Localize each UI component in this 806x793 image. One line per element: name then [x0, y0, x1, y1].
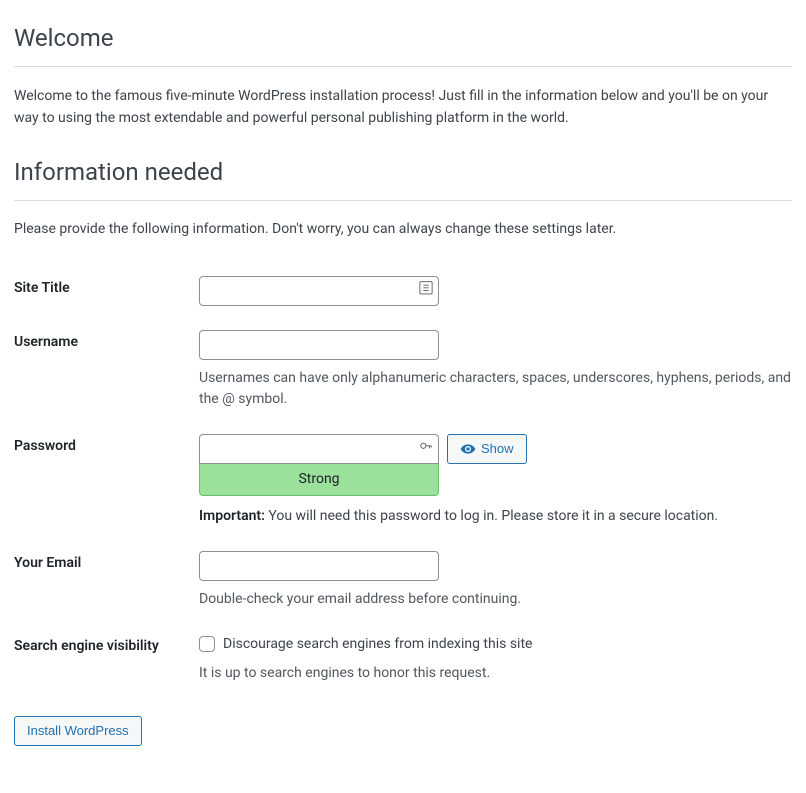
password-input[interactable]	[199, 434, 439, 464]
search-visibility-checkbox-label: Discourage search engines from indexing …	[223, 634, 532, 655]
password-important-note: Important: You will need this password t…	[199, 506, 792, 527]
install-wordpress-button[interactable]: Install WordPress	[14, 716, 142, 746]
site-title-label: Site Title	[14, 264, 199, 318]
username-input[interactable]	[199, 330, 439, 360]
info-needed-heading: Information needed	[14, 154, 792, 201]
instruction-text: Please provide the following information…	[14, 219, 792, 240]
email-label: Your Email	[14, 539, 199, 622]
search-visibility-hint: It is up to search engines to honor this…	[199, 663, 792, 684]
eye-icon	[460, 441, 476, 457]
show-password-label: Show	[481, 441, 514, 456]
password-label: Password	[14, 422, 199, 539]
username-label: Username	[14, 318, 199, 422]
username-hint: Usernames can have only alphanumeric cha…	[199, 368, 792, 410]
show-password-button[interactable]: Show	[447, 434, 527, 464]
search-visibility-label: Search engine visibility	[14, 622, 199, 696]
site-title-input[interactable]	[199, 276, 439, 306]
email-hint: Double-check your email address before c…	[199, 589, 792, 610]
welcome-intro: Welcome to the famous five-minute WordPr…	[14, 85, 792, 130]
search-visibility-checkbox[interactable]	[199, 636, 215, 652]
welcome-heading: Welcome	[14, 20, 792, 67]
email-input[interactable]	[199, 551, 439, 581]
password-strength-meter: Strong	[199, 464, 439, 496]
